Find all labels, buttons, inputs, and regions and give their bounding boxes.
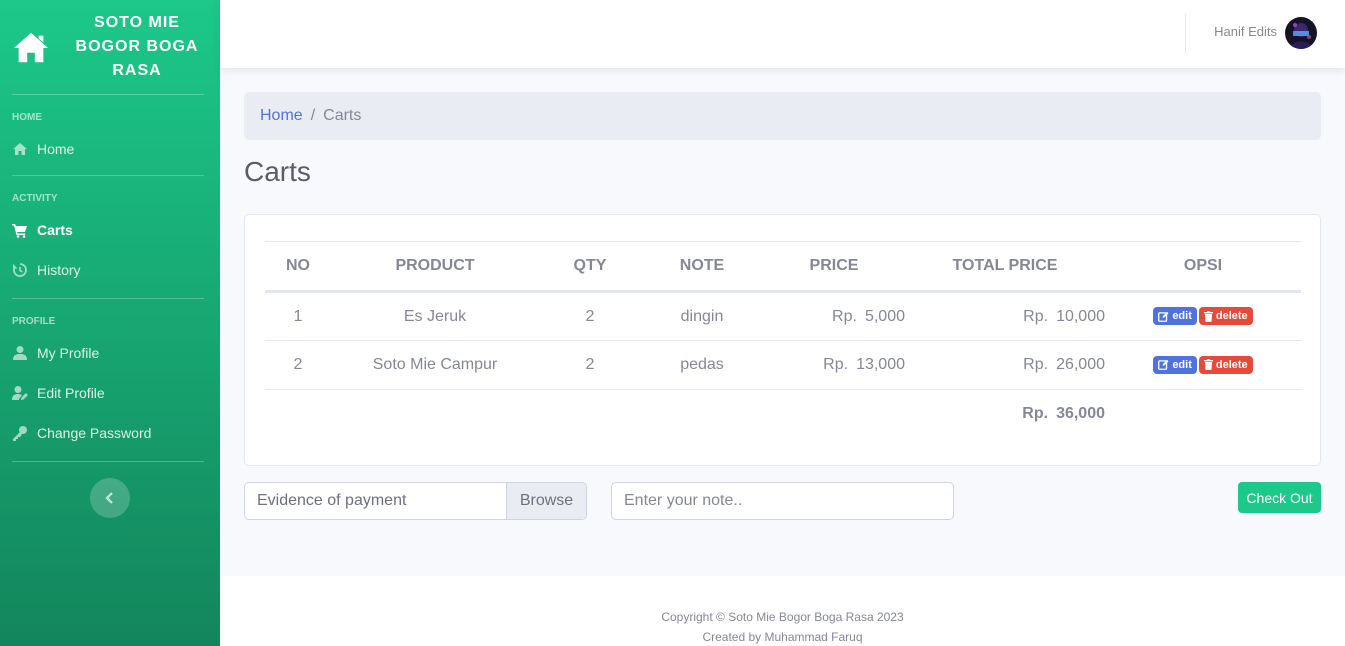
trash-icon (1203, 310, 1213, 322)
sidebar-item-label: History (37, 262, 81, 278)
sidebar-item-label: Change Password (37, 425, 152, 441)
sidebar-item-change-password[interactable]: Change Password (0, 413, 220, 453)
header-qty: QTY (539, 241, 641, 293)
breadcrumb-home-link[interactable]: Home (260, 107, 303, 125)
cell-price: Rp. 13,000 (763, 340, 905, 390)
currency-label: Rp. (823, 356, 849, 373)
edit-label: edit (1172, 310, 1192, 323)
header-no: NO (265, 241, 331, 293)
sidebar-item-edit-profile[interactable]: Edit Profile (0, 373, 220, 413)
sidebar: SOTO MIE BOGOR BOGA RASA HOME Home ACTIV… (0, 0, 220, 646)
grand-total: Rp. 36,000 (905, 390, 1105, 439)
sidebar-item-history[interactable]: History (0, 250, 220, 290)
total-value: 26,000 (1056, 356, 1105, 373)
trash-icon (1203, 359, 1213, 371)
cell-note: pedas (641, 340, 763, 390)
history-icon (13, 263, 27, 277)
header-note: NOTE (641, 241, 763, 293)
sidebar-item-carts[interactable]: Carts (0, 210, 220, 250)
sidebar-item-home[interactable]: Home (0, 129, 220, 169)
cell-no: 2 (265, 340, 331, 390)
user-icon (13, 346, 27, 360)
cell-no: 1 (265, 291, 331, 341)
breadcrumb-current: Carts (323, 107, 362, 124)
browse-button[interactable]: Browse (506, 483, 586, 519)
currency-label: Rp. (832, 307, 857, 325)
cell-opsi: edit delete (1105, 340, 1301, 390)
payment-evidence-field[interactable]: Evidence of payment (245, 483, 506, 519)
carts-card: NO PRODUCT QTY NOTE PRICE TOTAL PRICE OP… (244, 214, 1321, 466)
breadcrumb-separator: / (310, 107, 316, 124)
cell-product: Es Jeruk (331, 291, 539, 341)
topbar: Hanif Edits (220, 0, 1345, 68)
section-heading-profile: PROFILE (12, 316, 56, 327)
cell-opsi: edit delete (1105, 291, 1301, 341)
sidebar-item-label: Edit Profile (37, 385, 105, 401)
currency-label: Rp. (1023, 356, 1049, 373)
header-total-price: TOTAL PRICE (905, 241, 1105, 293)
table-header-row: NO PRODUCT QTY NOTE PRICE TOTAL PRICE OP… (265, 241, 1301, 293)
price-value: 5,000 (864, 307, 905, 325)
cell-qty: 2 (539, 291, 641, 341)
edit-icon (1158, 360, 1169, 371)
delete-button[interactable]: delete (1198, 355, 1253, 374)
total-value: 10,000 (1056, 307, 1105, 325)
checkout-button[interactable]: Check Out (1238, 482, 1321, 513)
payment-evidence-upload: Evidence of payment Browse (244, 482, 587, 520)
header-product: PRODUCT (331, 241, 539, 293)
home-icon (13, 143, 27, 155)
page-title: Carts (244, 156, 311, 187)
currency-label: Rp. (1022, 405, 1049, 423)
currency-label: Rp. (1023, 307, 1049, 325)
footer-copyright: Copyright © Soto Mie Bogor Boga Rasa 202… (661, 610, 904, 624)
table-row: 2 Soto Mie Campur 2 pedas Rp. 13,000 Rp. 2… (265, 340, 1301, 390)
footer: Copyright © Soto Mie Bogor Boga Rasa 202… (220, 576, 1345, 646)
edit-icon (1158, 311, 1169, 322)
cell-qty: 2 (539, 340, 641, 390)
table-row: 1 Es Jeruk 2 dingin Rp. 5,000 Rp. 10,000 e… (265, 291, 1301, 341)
chevron-left-icon (105, 492, 113, 504)
user-name[interactable]: Hanif Edits (1214, 24, 1277, 39)
cell-note: dingin (641, 291, 763, 341)
section-heading-home: HOME (12, 112, 42, 123)
sidebar-item-label: Home (37, 141, 75, 157)
sidebar-item-label: Carts (37, 222, 73, 238)
delete-label: delete (1215, 358, 1248, 371)
note-input[interactable] (611, 482, 954, 520)
brand-name: SOTO MIE BOGOR BOGA RASA (75, 14, 199, 79)
edit-button[interactable]: edit (1153, 355, 1197, 374)
sidebar-brand[interactable]: SOTO MIE BOGOR BOGA RASA (0, 0, 220, 94)
house-icon (13, 32, 49, 63)
header-opsi: OPSI (1105, 241, 1301, 293)
cell-price: Rp. 5,000 (763, 291, 905, 341)
section-heading-activity: ACTIVITY (12, 193, 58, 204)
grand-total-value: 36,000 (1056, 405, 1105, 423)
price-value: 13,000 (856, 356, 905, 373)
avatar[interactable] (1285, 17, 1317, 49)
cell-total-price: Rp. 26,000 (905, 340, 1105, 390)
cell-total-price: Rp. 10,000 (905, 291, 1105, 341)
carts-table: NO PRODUCT QTY NOTE PRICE TOTAL PRICE OP… (265, 241, 1301, 439)
edit-button[interactable]: edit (1153, 307, 1197, 326)
breadcrumb: Home / Carts (244, 92, 1321, 140)
delete-label: delete (1215, 310, 1248, 323)
cart-icon (12, 224, 27, 238)
sidebar-item-my-profile[interactable]: My Profile (0, 333, 220, 373)
footer-credit: Created by Muhammad Faruq (702, 630, 863, 644)
sidebar-item-label: My Profile (37, 345, 100, 361)
key-icon (13, 426, 27, 441)
topbar-divider (1185, 14, 1186, 53)
sidebar-toggle-button[interactable] (90, 478, 130, 518)
user-edit-icon (12, 386, 28, 400)
header-price: PRICE (763, 241, 905, 293)
table-total-row: Rp. 36,000 (265, 390, 1301, 439)
delete-button[interactable]: delete (1198, 307, 1253, 326)
edit-label: edit (1172, 358, 1192, 371)
cell-product: Soto Mie Campur (331, 340, 539, 390)
